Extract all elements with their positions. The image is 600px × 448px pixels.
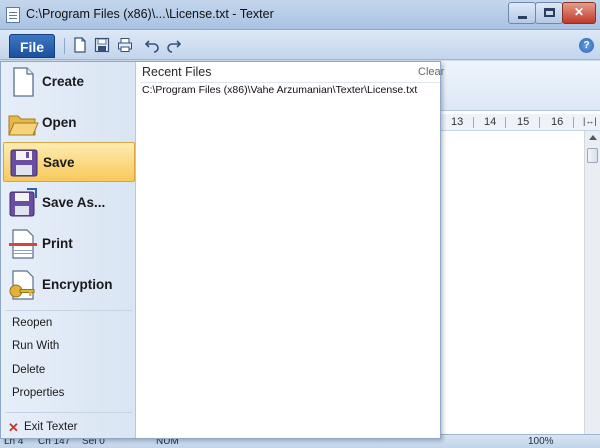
menu-item-label: Encryption [42,277,113,292]
menu-item-properties[interactable]: Properties [12,387,64,399]
open-folder-icon [7,107,39,139]
menu-item-label: Save As... [42,195,106,210]
title-bar: C:\Program Files (x86)\...\License.txt -… [0,0,600,30]
minimize-button[interactable] [508,2,536,24]
menu-item-reopen[interactable]: Reopen [12,317,52,329]
menu-item-open[interactable]: Open [3,103,135,143]
window-title: C:\Program Files (x86)\...\License.txt -… [26,7,274,21]
app-icon [6,7,20,23]
file-menu: Create Open Save Save As... Print Encryp… [0,61,444,439]
recent-file-item[interactable]: C:\Program Files (x86)\Vahe Arzumanian\T… [142,84,417,96]
menu-item-save[interactable]: Save [3,142,135,182]
menu-item-delete[interactable]: Delete [12,364,45,376]
new-document-icon[interactable] [72,37,88,53]
minimize-icon [518,16,527,19]
ruler-margin-icon[interactable]: |↔| [583,116,597,126]
recent-files-title: Recent Files [142,65,212,79]
maximize-icon [544,8,555,17]
menu-separator [5,310,132,311]
print-icon[interactable] [117,37,133,53]
close-button[interactable]: ✕ [562,2,596,24]
ruler-label: 16 [551,116,564,128]
menu-item-encryption[interactable]: Encryption [3,265,135,305]
undo-icon[interactable] [144,37,160,53]
ruler-tick [505,117,506,128]
save-icon[interactable] [94,37,110,53]
file-tab[interactable]: File [9,34,55,58]
menu-item-run-with[interactable]: Run With [12,340,59,352]
file-menu-commands: Create Open Save Save As... Print Encryp… [1,62,136,438]
floppy-disk-icon [8,147,40,179]
ruler: 13 14 15 16 |↔| [441,114,600,131]
new-document-icon [7,66,39,98]
menu-item-save-as[interactable]: Save As... [3,183,135,223]
clear-recent-button[interactable]: Clear [418,66,444,78]
exit-icon: ✕ [8,420,19,435]
close-icon: ✕ [573,5,585,19]
help-icon[interactable]: ? [579,38,594,53]
menu-item-label: Print [42,236,73,251]
menu-item-label: Open [42,115,77,130]
save-as-icon [7,187,39,219]
status-zoom[interactable]: 100% [528,436,554,447]
key-icon [7,269,39,301]
menu-item-exit[interactable]: Exit Texter [24,421,77,433]
redo-icon[interactable] [166,37,182,53]
menu-item-print[interactable]: Print [3,224,135,264]
menu-item-label: Save [43,155,75,170]
ruler-label: 13 [451,116,464,128]
ribbon-area [441,61,600,111]
menu-item-create[interactable]: Create [3,62,135,102]
ruler-tick [573,117,574,128]
vertical-scrollbar[interactable] [584,131,600,434]
ruler-tick [473,117,474,128]
ruler-label: 15 [517,116,530,128]
menu-separator [5,412,132,413]
ruler-tick [539,117,540,128]
scroll-up-icon[interactable] [589,135,597,140]
menu-item-label: Create [42,74,85,89]
quick-access-toolbar: File ? [0,30,600,60]
recent-files-separator [140,82,440,83]
scrollbar-thumb[interactable] [587,148,598,163]
maximize-button[interactable] [535,2,563,24]
ruler-label: 14 [484,116,497,128]
printer-icon [7,228,39,260]
toolbar-separator [64,38,65,54]
